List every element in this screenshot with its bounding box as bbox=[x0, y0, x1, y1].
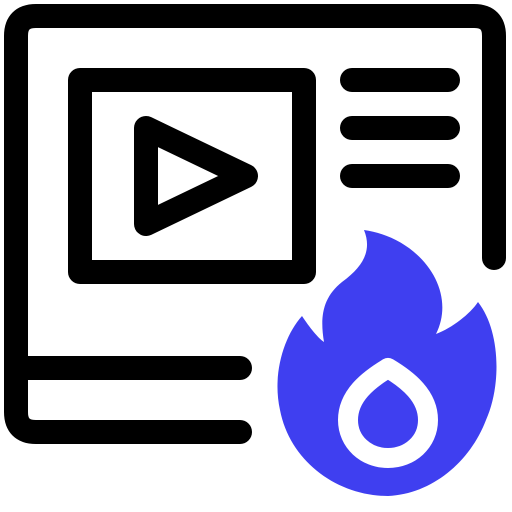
trending-video-icon-graphic bbox=[4, 4, 506, 496]
play-icon bbox=[134, 116, 258, 236]
video-player-icon bbox=[68, 68, 316, 284]
text-lines-icon bbox=[340, 68, 460, 188]
trending-video-icon bbox=[0, 0, 512, 512]
